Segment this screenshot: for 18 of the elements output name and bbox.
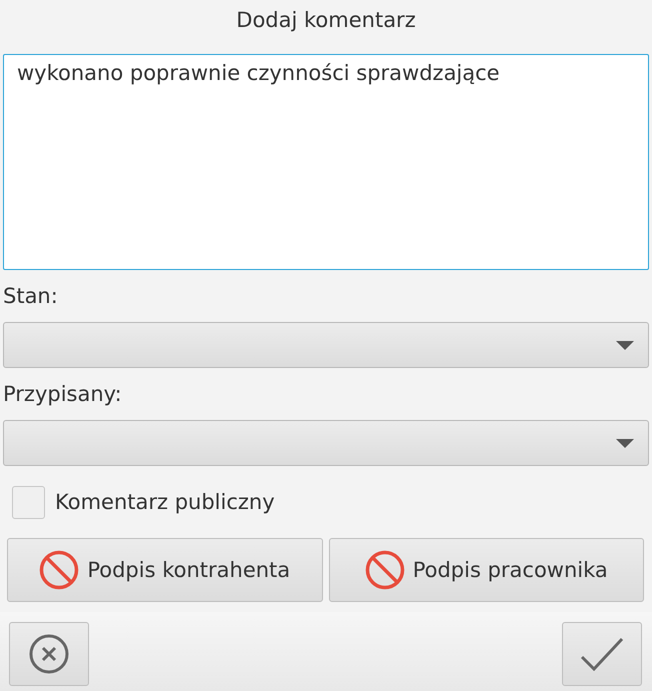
caret-icon <box>616 439 634 449</box>
confirm-button[interactable] <box>562 622 642 686</box>
checkbox-label: Komentarz publiczny <box>55 490 275 514</box>
signature-button[interactable]: Podpis pracownika <box>328 538 644 602</box>
signature-button[interactable]: Podpis kontrahenta <box>7 538 322 602</box>
checkbox[interactable] <box>12 486 45 518</box>
field-label: Stan: <box>3 284 58 310</box>
dropdown[interactable] <box>3 322 649 368</box>
cancel-button[interactable] <box>9 622 89 686</box>
caret-icon <box>616 341 634 351</box>
field-label: Przypisany: <box>3 382 122 408</box>
dropdown[interactable] <box>3 420 649 466</box>
prohibited-icon <box>39 550 80 590</box>
prohibited-icon <box>364 550 405 590</box>
check-icon <box>580 637 624 671</box>
dialog-title: Dodaj komentarz <box>235 7 417 34</box>
close-icon <box>29 634 69 674</box>
comment-field[interactable]: wykonano poprawnie czynności sprawdzające <box>3 54 649 270</box>
